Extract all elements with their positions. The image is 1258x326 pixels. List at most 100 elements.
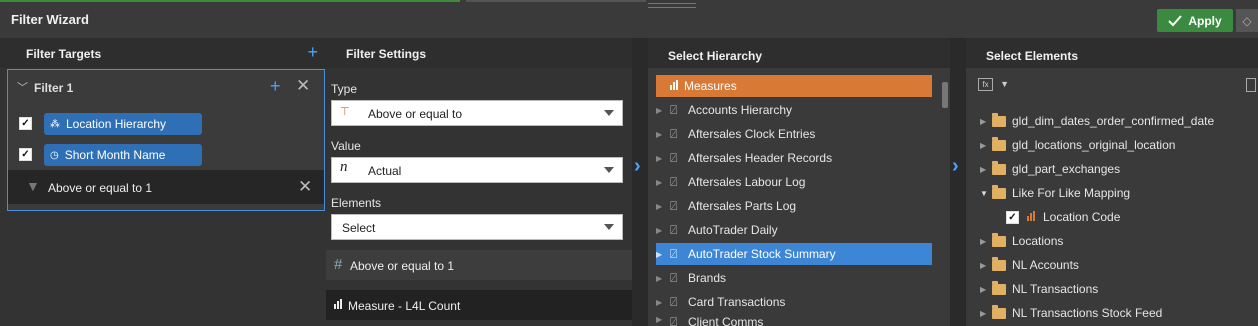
element-item-label: gld_locations_original_location [1012, 138, 1176, 152]
filter-condition-row[interactable]: ▼ Above or equal to 1 ✕ [8, 170, 324, 204]
folder-icon [992, 280, 1006, 295]
elements-label: Elements [331, 196, 382, 210]
short-month-name-pill[interactable]: ◷ Short Month Name [44, 144, 202, 166]
hierarchy-item-label: Accounts Hierarchy [688, 103, 793, 117]
expand-arrow-icon[interactable]: ▶ [980, 237, 992, 246]
location-hierarchy-pill[interactable]: ⁂ Location Hierarchy [44, 113, 202, 135]
drag-grip-icon[interactable] [648, 3, 696, 8]
expand-arrow-icon[interactable]: ▶ [980, 141, 992, 150]
elements-select[interactable]: Select [331, 214, 623, 240]
panel-divider [632, 38, 648, 326]
element-item-child[interactable]: ✓ Location Code [1006, 206, 1120, 228]
element-item[interactable]: ▶ NL Transactions [980, 278, 1098, 300]
location-hierarchy-label: Location Hierarchy [66, 117, 167, 131]
hierarchy-icon: ⍁ [670, 270, 678, 285]
elements-toolbar: fx ▼ [978, 78, 1009, 91]
element-item-label: NL Accounts [1012, 258, 1079, 272]
expand-arrow-icon[interactable]: ▶ [980, 165, 992, 174]
chevron-right-icon[interactable]: › [634, 155, 641, 178]
condition-summary: # Above or equal to 1 [326, 250, 632, 280]
title-accent-line [0, 0, 460, 2]
hierarchy-item[interactable]: ▶ ⍁ Aftersales Parts Log [656, 195, 932, 217]
hierarchy-icon: ⍁ [670, 150, 678, 165]
hierarchy-item[interactable]: ▶ ⍁ Aftersales Header Records [656, 147, 932, 169]
element-item[interactable]: ▶ gld_dim_dates_order_confirmed_date [980, 110, 1214, 132]
apply-label: Apply [1188, 13, 1222, 28]
type-label: Type [331, 82, 358, 96]
expand-arrow-icon[interactable]: ▶ [656, 298, 670, 307]
hierarchy-item-label: AutoTrader Daily [688, 223, 778, 237]
title-bar: Filter Wizard Apply ◇ [0, 0, 1258, 38]
hierarchy-icon: ⁂ [50, 118, 60, 130]
hierarchy-item-label: Aftersales Labour Log [688, 175, 806, 189]
expand-arrow-icon[interactable]: ▶ [656, 250, 670, 259]
remove-condition-icon[interactable]: ✕ [298, 177, 312, 197]
hierarchy-item-label: Aftersales Header Records [688, 151, 833, 165]
toolbar-dropdown-icon[interactable]: ▼ [1000, 79, 1009, 89]
expand-arrow-icon[interactable]: ▶ [980, 285, 992, 294]
location-code-checkbox[interactable]: ✓ [1006, 210, 1019, 224]
dropdown-arrow-icon [604, 224, 614, 230]
expand-arrow-icon[interactable]: ▶ [656, 315, 670, 324]
short-month-name-checkbox[interactable]: ✓ [19, 148, 32, 161]
type-select[interactable]: ⊤ Above or equal to [331, 100, 623, 126]
hierarchy-item[interactable]: ▶ ⍁ AutoTrader Daily [656, 219, 932, 241]
expand-arrow-icon[interactable]: ▶ [656, 130, 670, 139]
hierarchy-item-label: Brands [688, 271, 727, 285]
folder-icon [992, 256, 1006, 271]
expand-arrow-icon[interactable]: ▶ [980, 117, 992, 126]
more-options-icon[interactable]: ◇ [1236, 9, 1258, 32]
expand-arrow-icon[interactable]: ▶ [656, 106, 670, 115]
filter-group: ﹀ Filter 1 + ✕ ✓ ⁂ Location Hierarchy ✓ … [7, 69, 325, 211]
elements-select-value: Select [342, 221, 376, 235]
element-item[interactable]: ▶ gld_part_exchanges [980, 158, 1120, 180]
dropdown-arrow-icon [604, 110, 614, 116]
hierarchy-item-selected[interactable]: ▶ ⍁ AutoTrader Stock Summary [656, 243, 932, 265]
filter-targets-panel: Filter Targets + ﹀ Filter 1 + ✕ ✓ ⁂ Loca… [0, 38, 326, 326]
filter-targets-title: Filter Targets [26, 47, 102, 61]
hierarchy-icon: ⍁ [670, 315, 678, 326]
add-filter-icon[interactable]: + [307, 42, 318, 63]
value-select[interactable]: n Actual [331, 157, 623, 183]
measure-summary: Measure - L4L Count [326, 290, 632, 320]
hierarchy-item[interactable]: ▶ ⍁ Brands [656, 267, 932, 289]
elements-scrollbar[interactable] [1246, 78, 1256, 92]
remove-filter-icon[interactable]: ✕ [296, 76, 310, 96]
element-item[interactable]: ▶ NL Transactions Stock Feed [980, 302, 1162, 324]
hierarchy-item[interactable]: ▶ ⍁ Accounts Hierarchy [656, 99, 932, 121]
function-icon[interactable]: fx [978, 78, 993, 91]
element-item[interactable]: ▶ NL Accounts [980, 254, 1079, 276]
filter-settings-title: Filter Settings [346, 47, 427, 61]
hierarchy-icon: ⍁ [670, 222, 678, 237]
expand-arrow-icon[interactable]: ▶ [656, 226, 670, 235]
apply-button[interactable]: Apply [1157, 9, 1233, 32]
collapse-chevron-icon[interactable]: ﹀ [17, 79, 28, 95]
filter-targets-header: Filter Targets + [0, 38, 326, 68]
element-item-expanded[interactable]: ▼ Like For Like Mapping [980, 182, 1130, 204]
folder-icon [992, 232, 1006, 247]
element-item-label: gld_dim_dates_order_confirmed_date [1012, 114, 1215, 128]
expand-arrow-icon[interactable]: ▶ [656, 274, 670, 283]
hierarchy-item[interactable]: ▶ ⍁ Aftersales Clock Entries [656, 123, 932, 145]
element-item[interactable]: ▶ gld_locations_original_location [980, 134, 1175, 156]
element-item[interactable]: ▶ Locations [980, 230, 1063, 252]
measure-bars-icon [1027, 211, 1035, 221]
add-target-icon[interactable]: + [270, 76, 281, 97]
expand-arrow-icon[interactable]: ▶ [980, 309, 992, 318]
select-hierarchy-header: Select Hierarchy [648, 38, 950, 68]
hierarchy-scrollbar[interactable] [942, 82, 948, 108]
hierarchy-item-measures[interactable]: Measures [656, 75, 932, 97]
short-month-name-label: Short Month Name [64, 148, 166, 162]
hierarchy-item[interactable]: ▶ ⍁ Card Transactions [656, 291, 932, 313]
collapse-arrow-icon[interactable]: ▼ [980, 189, 992, 198]
hierarchy-item[interactable]: ▶ ⍁ Aftersales Labour Log [656, 171, 932, 193]
hierarchy-item[interactable]: ▶ ⍁ Client Comms [656, 315, 932, 326]
filter-group-label: Filter 1 [34, 81, 74, 95]
expand-arrow-icon[interactable]: ▶ [656, 202, 670, 211]
expand-arrow-icon[interactable]: ▶ [980, 261, 992, 270]
measure-bars-icon [334, 299, 342, 309]
location-hierarchy-checkbox[interactable]: ✓ [19, 117, 32, 130]
expand-arrow-icon[interactable]: ▶ [656, 154, 670, 163]
expand-arrow-icon[interactable]: ▶ [656, 178, 670, 187]
chevron-right-icon[interactable]: › [952, 155, 959, 178]
